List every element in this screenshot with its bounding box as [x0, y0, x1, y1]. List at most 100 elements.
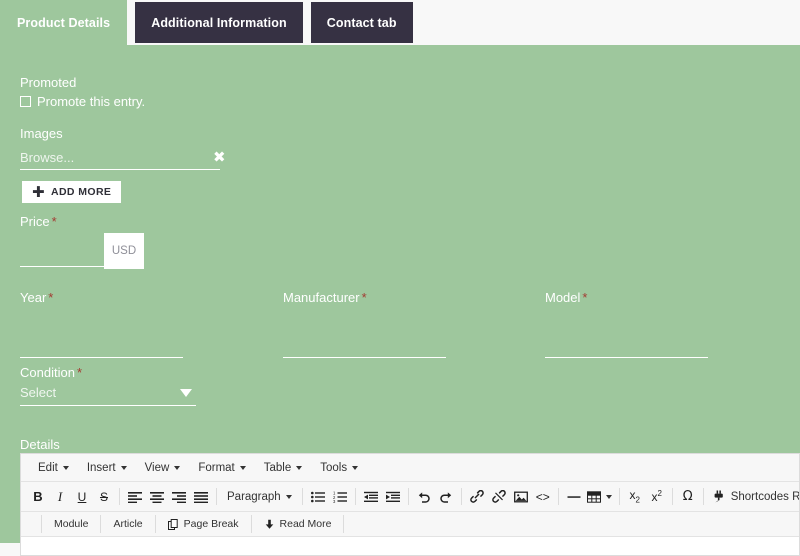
promote-checkbox[interactable]	[20, 96, 31, 107]
add-more-label: ADD MORE	[50, 186, 112, 198]
tab-label: Product Details	[17, 15, 111, 30]
insert-article-label: Article	[113, 518, 143, 530]
bold-icon[interactable]: B	[27, 486, 49, 508]
price-label-text: Price	[20, 214, 50, 229]
year-input[interactable]	[20, 336, 183, 358]
horizontal-rule-icon[interactable]	[563, 486, 585, 508]
insert-page-break-label: Page Break	[183, 518, 239, 530]
tab-product-details[interactable]: Product Details	[0, 0, 128, 45]
manufacturer-field: Manufacturer *	[283, 290, 446, 358]
plugin-label: Shortcodes RSTempl	[730, 490, 800, 503]
price-label: Price *	[20, 214, 57, 230]
editor-insert-buttons: Module Article Page Break Read More	[21, 512, 799, 537]
menu-label: Insert	[86, 461, 116, 474]
italic-icon[interactable]: I	[49, 486, 71, 508]
unlink-icon[interactable]	[488, 486, 510, 508]
add-more-button[interactable]: ✚ ADD MORE	[22, 181, 122, 203]
subscript-icon[interactable]: x2	[624, 486, 646, 508]
format-select-value: Paragraph	[227, 490, 281, 503]
remove-image-icon[interactable]: ✖	[213, 150, 226, 165]
outdent-icon[interactable]	[360, 486, 382, 508]
menu-edit[interactable]: Edit	[29, 457, 78, 478]
menu-insert[interactable]: Insert	[78, 457, 136, 478]
model-label-text: Model	[545, 290, 581, 305]
currency-addon: USD	[104, 233, 144, 269]
condition-selected-value: Select	[20, 385, 57, 400]
promoted-label: Promoted	[20, 75, 77, 90]
image-icon[interactable]	[510, 486, 532, 508]
menu-label: Table	[263, 461, 292, 474]
underline-icon[interactable]: U	[71, 486, 93, 508]
menu-label: View	[144, 461, 170, 474]
tab-additional-information[interactable]: Additional Information	[135, 2, 303, 43]
chevron-down-icon	[180, 388, 192, 397]
product-details-form: Promoted Promote this entry. Images ✖ ✚ …	[0, 45, 800, 556]
format-select[interactable]: Paragraph	[221, 491, 298, 503]
editor-content-area[interactable]	[21, 537, 799, 555]
toolbar-separator	[702, 488, 704, 505]
source-code-icon[interactable]: <>	[532, 486, 554, 508]
condition-required-asterisk: *	[76, 365, 82, 380]
tab-label: Additional Information	[151, 15, 287, 30]
svg-text:3: 3	[333, 498, 336, 502]
toolbar-separator	[460, 488, 462, 505]
indent-icon[interactable]	[382, 486, 404, 508]
superscript-icon[interactable]: x2	[646, 486, 668, 508]
chevron-down-icon	[62, 465, 69, 470]
menu-view[interactable]: View	[136, 457, 190, 478]
tab-contact-tab[interactable]: Contact tab	[310, 2, 413, 43]
align-right-icon[interactable]	[168, 486, 190, 508]
align-left-icon[interactable]	[124, 486, 146, 508]
model-field: Model *	[545, 290, 708, 358]
year-field: Year *	[20, 290, 183, 358]
images-label: Images	[20, 126, 63, 141]
undo-icon[interactable]	[413, 486, 435, 508]
shortcodes-plugin-button[interactable]: Shortcodes RSTempl	[708, 490, 800, 503]
price-input[interactable]	[20, 245, 104, 267]
chevron-down-icon	[352, 465, 359, 470]
toolbar-separator	[216, 488, 217, 505]
align-center-icon[interactable]	[146, 486, 168, 508]
redo-icon[interactable]	[435, 486, 457, 508]
model-label: Model *	[545, 290, 708, 306]
browse-input[interactable]	[20, 148, 220, 170]
rich-text-editor: Edit Insert View Format Table Tools B I …	[20, 453, 800, 556]
chevron-down-icon	[174, 465, 181, 470]
insert-article-button[interactable]: Article	[101, 515, 156, 533]
chevron-down-icon	[296, 465, 303, 470]
menu-tools[interactable]: Tools	[311, 457, 367, 478]
menu-format[interactable]: Format	[189, 457, 254, 478]
table-icon[interactable]	[585, 486, 615, 508]
chevron-down-icon	[606, 494, 613, 499]
numbered-list-icon[interactable]: 123	[329, 486, 351, 508]
bullet-list-icon[interactable]	[307, 486, 329, 508]
align-justify-icon[interactable]	[190, 486, 212, 508]
year-required-asterisk: *	[48, 290, 54, 305]
insert-read-more-button[interactable]: Read More	[252, 515, 345, 533]
insert-read-more-label: Read More	[279, 518, 332, 530]
insert-page-break-button[interactable]: Page Break	[156, 515, 252, 533]
tab-label: Contact tab	[326, 15, 397, 30]
manufacturer-input[interactable]	[283, 336, 446, 358]
promote-checkbox-row[interactable]: Promote this entry.	[20, 94, 145, 109]
chevron-down-icon	[120, 465, 127, 470]
tab-bar: Product Details Additional Information C…	[0, 0, 800, 45]
toolbar-separator	[557, 488, 559, 505]
toolbar-separator	[407, 488, 409, 505]
condition-label-text: Condition	[20, 365, 75, 380]
toolbar-separator	[354, 488, 356, 505]
special-character-icon[interactable]: Ω	[677, 486, 699, 508]
model-input[interactable]	[545, 336, 708, 358]
toolbar-separator	[301, 488, 303, 505]
condition-select[interactable]: Select	[20, 385, 196, 406]
price-required-asterisk: *	[51, 214, 57, 229]
strikethrough-icon[interactable]: S	[93, 486, 115, 508]
insert-module-button[interactable]: Module	[41, 515, 102, 533]
chevron-down-icon	[239, 465, 246, 470]
toolbar-separator	[119, 488, 120, 505]
year-label: Year *	[20, 290, 183, 306]
model-required-asterisk: *	[582, 290, 588, 305]
image-browse-field[interactable]	[20, 148, 220, 170]
link-icon[interactable]	[466, 486, 488, 508]
menu-table[interactable]: Table	[255, 457, 312, 478]
